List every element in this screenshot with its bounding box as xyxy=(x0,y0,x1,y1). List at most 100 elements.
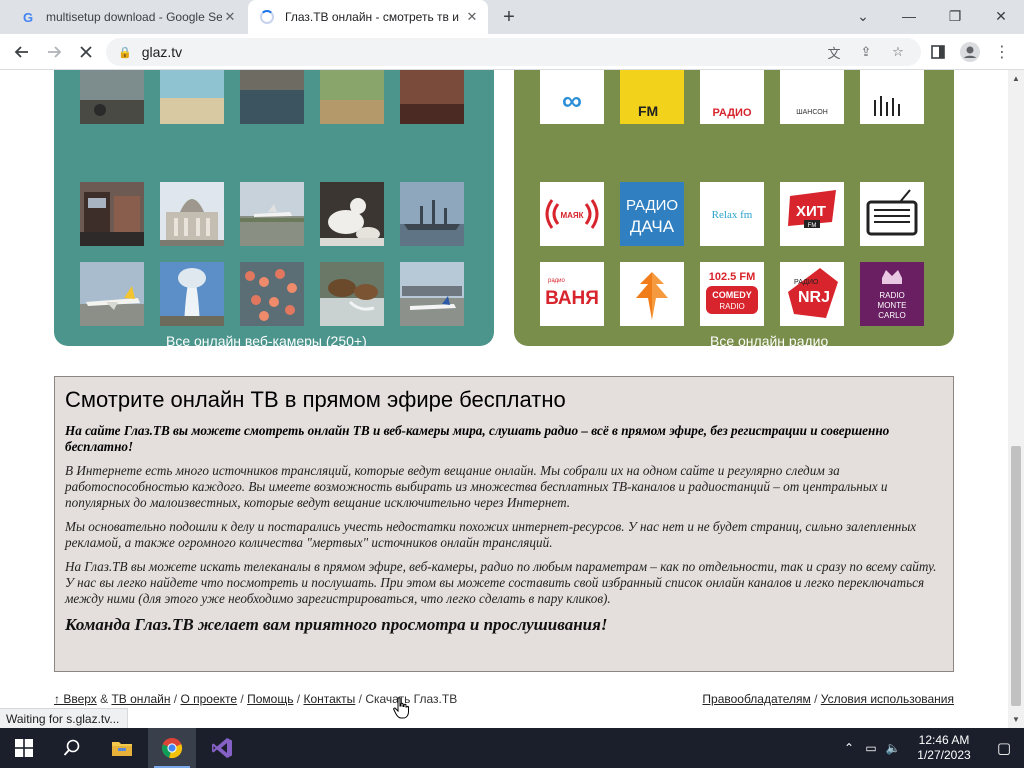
lead-paragraph: На сайте Глаз.ТВ вы можете смотреть онла… xyxy=(65,423,890,454)
tab-title: Глаз.ТВ онлайн - смотреть тв и xyxy=(285,10,459,24)
radio-logo-dacha[interactable]: РАДИО ДАЧА xyxy=(620,182,684,246)
file-explorer-button[interactable] xyxy=(98,728,146,768)
status-bubble: Waiting for s.glaz.tv... xyxy=(0,708,129,728)
webcam-thumb[interactable] xyxy=(80,70,144,124)
close-window-button[interactable]: ✕ xyxy=(978,0,1024,32)
radio-logo-nrj[interactable]: NRJ РАДИО xyxy=(780,262,844,326)
webcam-thumb-arctic-foxes[interactable] xyxy=(320,182,384,246)
footer-link-help[interactable]: Помощь xyxy=(247,692,293,706)
minimize-button[interactable]: — xyxy=(886,0,932,32)
scroll-up-arrow-icon[interactable]: ▲ xyxy=(1012,74,1020,83)
footer-download-text[interactable]: Скачать Глаз.ТВ xyxy=(365,692,457,706)
svg-text:РАДИО: РАДИО xyxy=(794,279,819,286)
radio-logo-relax[interactable]: Relax fm xyxy=(700,182,764,246)
tab-glaz-tv[interactable]: Глаз.ТВ онлайн - смотреть тв и ✕ xyxy=(248,0,488,34)
radio-logo[interactable]: FM xyxy=(620,70,684,124)
translate-icon[interactable]: 文 xyxy=(824,42,844,62)
webcam-thumb-warship[interactable] xyxy=(400,182,464,246)
footer-link-up[interactable]: ↑ Вверх xyxy=(54,692,97,706)
scroll-down-arrow-icon[interactable]: ▼ xyxy=(1012,715,1020,724)
page-scrollbar[interactable]: ▲ ▼ xyxy=(1008,70,1024,728)
address-bar[interactable]: 🔒 glaz.tv 文 ⇪ ☆ xyxy=(106,38,921,66)
webcam-thumb-geyser[interactable] xyxy=(160,262,224,326)
svg-text:FM: FM xyxy=(808,223,817,229)
webcam-thumb[interactable] xyxy=(240,70,304,124)
svg-text:MONTE: MONTE xyxy=(878,301,907,310)
footer: ↑ Вверх & ТВ онлайн / О проекте / Помощь… xyxy=(54,692,954,706)
bookmark-star-icon[interactable]: ☆ xyxy=(888,42,908,62)
system-tray: ⌃ ▭ 🔈 12:46 AM 1/27/2023 ▢ xyxy=(838,728,1024,768)
side-panel-button[interactable] xyxy=(924,38,952,66)
radio-logo[interactable]: РАДИО xyxy=(700,70,764,124)
footer-link-contacts[interactable]: Контакты xyxy=(303,692,355,706)
webcam-thumb-flamingos[interactable] xyxy=(240,262,304,326)
tab-search-button[interactable]: ⌄ xyxy=(840,0,886,32)
radio-logo[interactable]: ШАНСОН xyxy=(780,70,844,124)
chrome-taskbar-button[interactable] xyxy=(148,728,196,768)
paragraph: В Интернете есть много источников трансл… xyxy=(65,463,888,510)
all-radio-link[interactable]: Все онлайн радио xyxy=(710,333,828,349)
visual-studio-button[interactable] xyxy=(198,728,246,768)
webcam-thumb-airport-apron[interactable] xyxy=(400,262,464,326)
radio-logo-hit-fm[interactable]: ХИТ FM xyxy=(780,182,844,246)
all-webcams-link[interactable]: Все онлайн веб-камеры (250+) xyxy=(166,333,367,349)
profile-button[interactable] xyxy=(956,38,984,66)
webcams-map-link[interactable]: Веб-камеры на карте мира xyxy=(180,355,355,371)
radio-logo[interactable]: ∞ xyxy=(540,70,604,124)
notifications-icon[interactable]: ▢ xyxy=(984,739,1024,757)
radio-logo-vanya[interactable]: радио ВАНЯ xyxy=(540,262,604,326)
avatar-icon xyxy=(960,42,980,62)
stop-icon xyxy=(80,46,92,58)
restore-button[interactable]: ❐ xyxy=(932,0,978,32)
stop-loading-button[interactable] xyxy=(72,38,100,66)
back-arrow-icon xyxy=(14,46,28,58)
svg-text:CARLO: CARLO xyxy=(878,311,906,320)
svg-text:РАДИО: РАДИО xyxy=(626,197,678,214)
webcam-thumb[interactable] xyxy=(160,70,224,124)
radio-logo-retro-radio[interactable] xyxy=(860,182,924,246)
clock[interactable]: 12:46 AM 1/27/2023 xyxy=(904,733,984,763)
lock-icon[interactable]: 🔒 xyxy=(118,46,132,59)
forward-button[interactable] xyxy=(40,38,68,66)
webcam-thumb-trains[interactable] xyxy=(80,182,144,246)
svg-text:102.5 FM: 102.5 FM xyxy=(709,271,755,283)
webcam-thumb-airport-runway[interactable] xyxy=(240,182,304,246)
volume-icon[interactable]: 🔈 xyxy=(882,741,904,755)
radio-logo[interactable] xyxy=(860,70,924,124)
webcam-thumb[interactable] xyxy=(400,70,464,124)
svg-text:∞: ∞ xyxy=(562,85,582,116)
footer-link-terms[interactable]: Условия использования xyxy=(821,692,954,706)
tab-strip: G multisetup download - Google Se ✕ Глаз… xyxy=(0,0,1024,34)
webcam-thumb[interactable] xyxy=(320,70,384,124)
webcam-thumb-airliner[interactable] xyxy=(80,262,144,326)
page-title: Смотрите онлайн ТВ в прямом эфире беспла… xyxy=(65,387,566,412)
radio-logo-monte-carlo[interactable]: RADIO MONTE CARLO xyxy=(860,262,924,326)
webcam-thumb-bears[interactable] xyxy=(320,262,384,326)
url-text[interactable]: glaz.tv xyxy=(142,44,182,60)
svg-text:NRJ: NRJ xyxy=(798,289,830,306)
menu-button[interactable]: ⋮ xyxy=(988,38,1016,66)
radio-logo-svoboda[interactable] xyxy=(620,262,684,326)
radio-logo-mayak[interactable]: МАЯК xyxy=(540,182,604,246)
chrome-icon xyxy=(162,738,183,759)
network-icon[interactable]: ▭ xyxy=(860,741,882,755)
webcam-thumb-palace[interactable] xyxy=(160,182,224,246)
close-icon[interactable]: ✕ xyxy=(464,9,480,25)
all-radio-count-link[interactable]: (500+) xyxy=(592,355,633,371)
scrollbar-thumb[interactable] xyxy=(1011,446,1021,706)
svg-text:МАЯК: МАЯК xyxy=(560,211,583,220)
footer-link-about[interactable]: О проекте xyxy=(180,692,237,706)
start-button[interactable] xyxy=(0,728,48,768)
close-icon[interactable]: ✕ xyxy=(222,9,238,25)
chevron-up-icon[interactable]: ⌃ xyxy=(838,741,860,755)
forward-arrow-icon xyxy=(48,46,62,58)
new-tab-button[interactable]: + xyxy=(498,6,520,28)
footer-link-rights[interactable]: Правообладателям xyxy=(702,692,810,706)
tab-google-search[interactable]: G multisetup download - Google Se ✕ xyxy=(8,0,246,34)
browser-toolbar: 🔒 glaz.tv 文 ⇪ ☆ ⋮ xyxy=(0,34,1024,70)
footer-link-tv-online[interactable]: ТВ онлайн xyxy=(111,692,170,706)
search-button[interactable] xyxy=(48,728,96,768)
back-button[interactable] xyxy=(8,38,36,66)
radio-logo-comedy[interactable]: 102.5 FM COMEDY RADIO xyxy=(700,262,764,326)
share-icon[interactable]: ⇪ xyxy=(856,42,876,62)
